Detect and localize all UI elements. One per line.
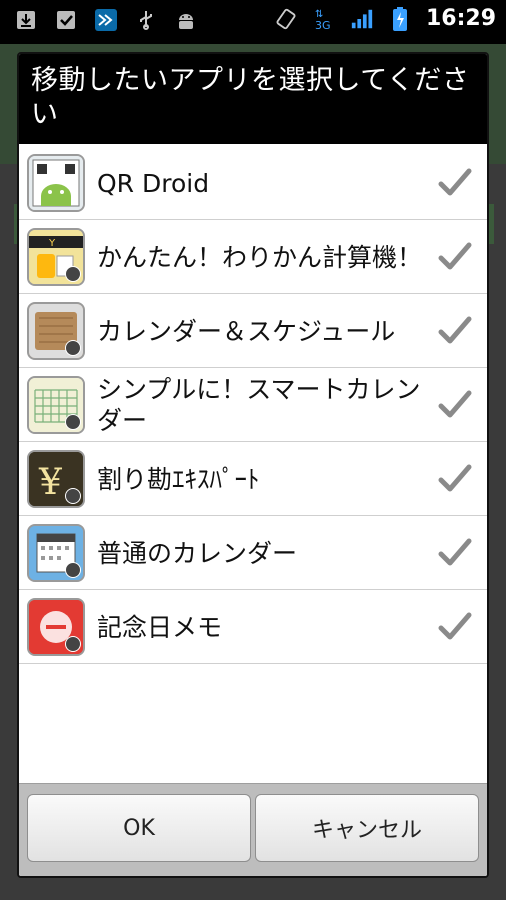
status-bar: ⇅ 3G 16:29 — [0, 0, 506, 44]
android-debug-icon — [174, 8, 198, 32]
rotate-icon — [274, 7, 298, 31]
app-shortcut-icon — [94, 8, 118, 32]
checkmark-icon — [438, 316, 472, 344]
signal-icon — [350, 7, 374, 31]
app-list: QR Droid Y かんたん！わりかん計算機！ カレンダー＆スケジュール シン… — [19, 146, 487, 664]
task-check-icon — [54, 8, 78, 32]
checkmark-icon — [438, 464, 472, 492]
cancel-button[interactable]: キャンセル — [255, 794, 479, 862]
app-name: 割り勘ｴｷｽﾊﾟｰﾄ — [97, 464, 260, 494]
warikan-calculator-app-icon: Y — [27, 228, 85, 286]
clock: 16:29 — [425, 6, 496, 31]
svg-text:Y: Y — [48, 238, 56, 249]
list-item[interactable]: Y かんたん！わりかん計算機！ — [19, 220, 487, 294]
app-name: QR Droid — [97, 168, 210, 198]
list-item[interactable]: シンプルに！スマートカレンダー — [19, 368, 487, 442]
checkmark-icon — [438, 390, 472, 418]
sd-card-badge-icon — [65, 488, 81, 504]
select-app-dialog: 移動したいアプリを選択してください QR Droid Y かんたん！わりかん計算… — [17, 52, 489, 878]
checkmark-icon — [438, 242, 472, 270]
anniversary-memo-app-icon — [27, 598, 85, 656]
list-item[interactable]: カレンダー＆スケジュール — [19, 294, 487, 368]
app-name: カレンダー＆スケジュール — [97, 316, 396, 346]
notification-icons — [14, 8, 198, 32]
usb-icon — [134, 8, 158, 32]
plain-calendar-app-icon — [27, 524, 85, 582]
app-name: シンプルに！スマートカレンダー — [97, 375, 421, 435]
checkmark-icon — [438, 612, 472, 640]
sd-card-badge-icon — [65, 636, 81, 652]
svg-text:3G: 3G — [315, 19, 331, 32]
battery-charging-icon — [388, 6, 412, 31]
network-3g-icon: ⇅ 3G — [312, 7, 336, 32]
dialog-title: 移動したいアプリを選択してください — [19, 54, 487, 144]
svg-text:¥: ¥ — [38, 462, 63, 503]
list-item[interactable]: ¥ 割り勘ｴｷｽﾊﾟｰﾄ — [19, 442, 487, 516]
calendar-schedule-app-icon — [27, 302, 85, 360]
sd-card-badge-icon — [65, 340, 81, 356]
smart-calendar-app-icon — [27, 376, 85, 434]
ok-button[interactable]: OK — [27, 794, 251, 862]
app-name: かんたん！わりかん計算機！ — [97, 242, 423, 272]
download-icon — [14, 8, 38, 32]
sd-card-badge-icon — [65, 414, 81, 430]
checkmark-icon — [438, 538, 472, 566]
app-name: 記念日メモ — [97, 612, 223, 642]
qr-droid-app-icon — [27, 154, 85, 212]
list-item[interactable]: 普通のカレンダー — [19, 516, 487, 590]
warikan-expert-app-icon: ¥ — [27, 450, 85, 508]
sd-card-badge-icon — [65, 562, 81, 578]
checkmark-icon — [438, 168, 472, 196]
list-item[interactable]: QR Droid — [19, 146, 487, 220]
system-icons: ⇅ 3G 16:29 — [274, 6, 496, 32]
app-name: 普通のカレンダー — [97, 538, 298, 568]
list-item[interactable]: 記念日メモ — [19, 590, 487, 664]
sd-card-badge-icon — [65, 266, 81, 282]
dialog-button-bar: OK キャンセル — [19, 783, 487, 876]
